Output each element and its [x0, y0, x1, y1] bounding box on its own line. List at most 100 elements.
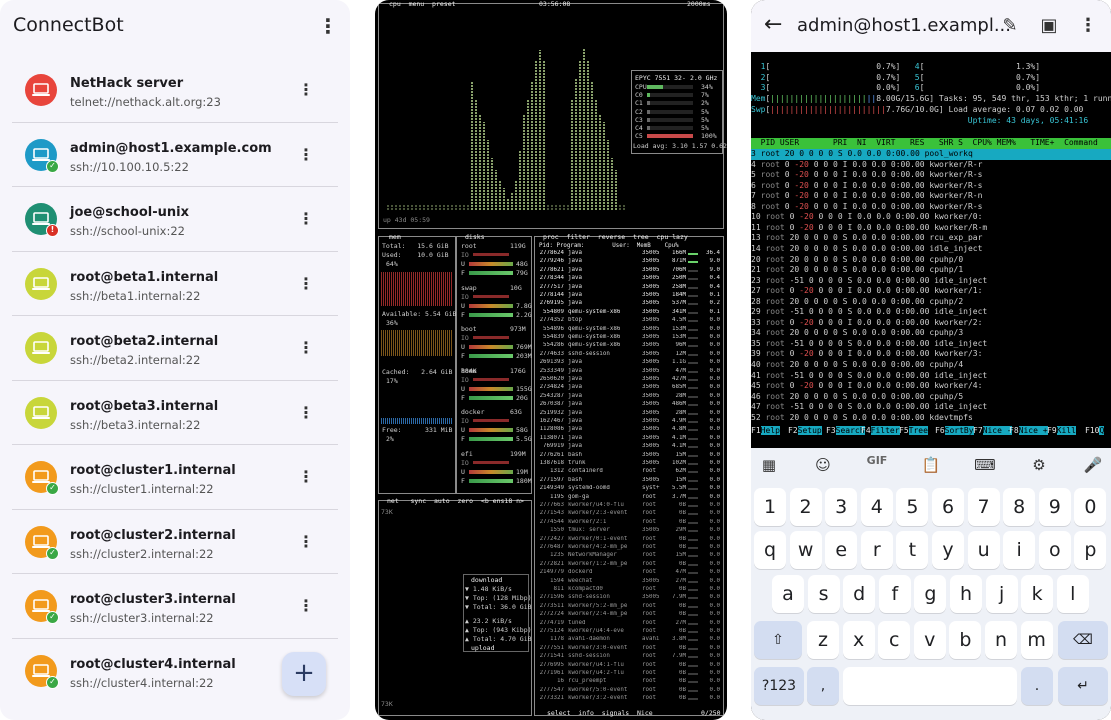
more-vertical-icon[interactable]: ⋮ — [296, 401, 316, 425]
gif-icon[interactable]: GIF — [863, 454, 891, 476]
host-item[interactable]: ✓ root@cluster1.internal ssh://cluster1.in… — [12, 445, 338, 510]
process-row[interactable]: 11 root 0 -20 0 0 0 I 0.0 0.0 0:00.00 kw… — [751, 223, 1111, 234]
key-k[interactable]: k — [1021, 575, 1054, 613]
key-l[interactable]: l — [1056, 575, 1089, 613]
host-item[interactable]: ✓ admin@host1.example.com ssh://10.100.10.… — [12, 123, 338, 187]
function-key-f8[interactable]: F8Nice + — [1009, 425, 1048, 437]
process-row[interactable]: 23 root -51 0 0 0 0 S 0.0 0.0 0:00.00 id… — [751, 276, 1111, 287]
process-row[interactable]: 14 root 20 0 0 0 0 S 0.0 0.0 0:00.00 idl… — [751, 244, 1111, 255]
function-key-f10[interactable]: F10Q — [1085, 425, 1105, 437]
process-row[interactable]: 40 root 20 0 0 0 0 S 0.0 0.0 0:00.00 cpu… — [751, 360, 1111, 371]
key-3[interactable]: 3 — [825, 488, 858, 526]
key-m[interactable]: m — [1020, 621, 1053, 659]
key-q[interactable]: q — [754, 531, 786, 569]
key-period[interactable]: . — [1021, 667, 1053, 705]
process-row[interactable]: 5 root 0 -20 0 0 0 I 0.0 0.0 0:00.00 kwo… — [751, 170, 1111, 181]
key-i[interactable]: i — [1003, 531, 1036, 569]
more-vertical-icon[interactable]: ⋮ — [296, 207, 316, 231]
key-p[interactable]: p — [1074, 531, 1107, 569]
process-row[interactable]: 41 root -51 0 0 0 0 S 0.0 0.0 0:00.00 id… — [751, 371, 1111, 382]
function-key-f1[interactable]: F1Help — [751, 425, 780, 437]
host-item[interactable]: ✓ root@cluster2.internal ssh://cluster2.in… — [12, 510, 338, 574]
more-vertical-icon[interactable]: ⋮ — [296, 465, 316, 489]
process-row[interactable]: 20 root 20 0 0 0 0 S 0.0 0.0 0:00.00 cpu… — [751, 255, 1111, 266]
key-u[interactable]: u — [967, 531, 1000, 569]
function-key-f9[interactable]: F9Kill — [1047, 425, 1076, 437]
host-item[interactable]: ! joe@school-unix ssh://school-unix:22 ⋮ — [12, 187, 338, 252]
key-1[interactable]: 1 — [754, 488, 786, 526]
add-host-button[interactable]: + — [282, 652, 326, 696]
key-r[interactable]: r — [860, 531, 893, 569]
process-row[interactable]: 47 root -51 0 0 0 0 S 0.0 0.0 0:00.00 id… — [751, 402, 1111, 413]
key-y[interactable]: y — [932, 531, 964, 569]
terminal-screen[interactable]: 1[ 0.7%] 4[ 1.3%] 2[ 0.7%] 5[ 0.7%] 3[ 0… — [751, 52, 1111, 438]
microphone-icon[interactable]: 🎤 — [1079, 454, 1107, 476]
key-z[interactable]: z — [807, 621, 839, 659]
key-b[interactable]: b — [949, 621, 982, 659]
process-row[interactable]: 28 root 20 0 0 0 0 S 0.0 0.0 0:00.00 cpu… — [751, 297, 1111, 308]
function-key-f5[interactable]: F5Tree — [899, 425, 928, 437]
key-5[interactable]: 5 — [896, 488, 929, 526]
key-x[interactable]: x — [842, 621, 875, 659]
backspace-key[interactable]: ⌫ — [1058, 621, 1108, 659]
key-j[interactable]: j — [985, 575, 1018, 613]
sticker-icon[interactable]: ☺ — [809, 454, 837, 476]
key-g[interactable]: g — [914, 575, 947, 613]
host-item[interactable]: NetHack server telnet://nethack.alt.org:2… — [12, 58, 338, 123]
key-c[interactable]: c — [878, 621, 911, 659]
process-row[interactable]: 21 root 20 0 0 0 0 S 0.0 0.0 0:00.00 cpu… — [751, 265, 1111, 276]
key-comma[interactable]: , — [807, 667, 839, 705]
more-vertical-icon[interactable]: ⋮ — [296, 336, 316, 360]
process-row[interactable]: 29 root -51 0 0 0 0 S 0.0 0.0 0:00.00 id… — [751, 307, 1111, 318]
process-row[interactable]: 7 root 0 -20 0 0 0 I 0.0 0.0 0:00.00 kwo… — [751, 191, 1111, 202]
function-key-f6[interactable]: F6SortBy — [935, 425, 974, 437]
key-e[interactable]: e — [825, 531, 858, 569]
function-key-f3[interactable]: F3Search — [826, 425, 865, 437]
process-row[interactable]: 8 root 0 -20 0 0 0 I 0.0 0.0 0:00.00 kwo… — [751, 202, 1111, 213]
more-vertical-icon[interactable]: ⋮ — [296, 272, 316, 296]
process-row[interactable]: 6 root 0 -20 0 0 0 I 0.0 0.0 0:00.00 kwo… — [751, 181, 1111, 192]
process-row[interactable]: 4 root 0 -20 0 0 0 I 0.0 0.0 0:00.00 kwo… — [751, 160, 1111, 171]
enter-key[interactable]: ↵ — [1058, 667, 1108, 705]
process-row[interactable]: 10 root 0 -20 0 0 0 I 0.0 0.0 0:00.00 kw… — [751, 212, 1111, 223]
more-vertical-icon[interactable]: ⋮ — [1077, 14, 1099, 38]
arrow-left-icon[interactable]: ← — [764, 12, 782, 37]
key-2[interactable]: 2 — [789, 488, 822, 526]
host-item[interactable]: root@beta2.internal ssh://beta2.internal:… — [12, 316, 338, 381]
key-d[interactable]: d — [843, 575, 876, 613]
process-row[interactable]: 27 root 0 -20 0 0 0 I 0.0 0.0 0:00.00 kw… — [751, 286, 1111, 297]
process-row[interactable]: 34 root 20 0 0 0 0 S 0.0 0.0 0:00.00 cpu… — [751, 328, 1111, 339]
process-row[interactable]: 46 root 20 0 0 0 0 S 0.0 0.0 0:00.00 cpu… — [751, 392, 1111, 403]
more-vertical-icon[interactable]: ⋮ — [318, 14, 338, 38]
key-t[interactable]: t — [896, 531, 929, 569]
function-key-f7[interactable]: F7Nice - — [973, 425, 1012, 437]
clipboard-icon[interactable]: 📋 — [917, 454, 945, 476]
clipboard-icon[interactable]: ▣ — [1038, 14, 1060, 38]
key-v[interactable]: v — [913, 621, 946, 659]
more-vertical-icon[interactable]: ⋮ — [296, 530, 316, 554]
key-h[interactable]: h — [950, 575, 982, 613]
more-vertical-icon[interactable]: ⋮ — [296, 594, 316, 618]
process-row[interactable]: 35 root -51 0 0 0 0 S 0.0 0.0 0:00.00 id… — [751, 339, 1111, 350]
key-9[interactable]: 9 — [1038, 488, 1071, 526]
host-item[interactable]: root@beta3.internal ssh://beta3.internal:… — [12, 381, 338, 445]
key-8[interactable]: 8 — [1003, 488, 1036, 526]
host-item[interactable]: root@beta1.internal ssh://beta1.internal:… — [12, 252, 338, 316]
key-7[interactable]: 7 — [967, 488, 1000, 526]
key-n[interactable]: n — [985, 621, 1017, 659]
key-0[interactable]: 0 — [1074, 488, 1107, 526]
function-key-f2[interactable]: F2Setup — [788, 425, 822, 437]
key-4[interactable]: 4 — [860, 488, 893, 526]
key-w[interactable]: w — [789, 531, 822, 569]
key-s[interactable]: s — [807, 575, 840, 613]
apps-grid-icon[interactable]: ▦ — [755, 454, 783, 476]
process-table-header[interactable]: PID USER PRI NI VIRT RES SHR S CPU% MEM%… — [751, 138, 1111, 149]
space-bar[interactable] — [843, 667, 1017, 705]
shift-key[interactable]: ⇧ — [754, 621, 802, 659]
key-f[interactable]: f — [878, 575, 911, 613]
pencil-icon[interactable]: ✎ — [999, 14, 1021, 38]
key-6[interactable]: 6 — [932, 488, 964, 526]
key-a[interactable]: a — [772, 575, 804, 613]
host-item[interactable]: ✓ root@cluster3.internal ssh://cluster3.in… — [12, 574, 338, 639]
process-row[interactable]: 45 root 0 -20 0 0 0 I 0.0 0.0 0:00.00 kw… — [751, 381, 1111, 392]
